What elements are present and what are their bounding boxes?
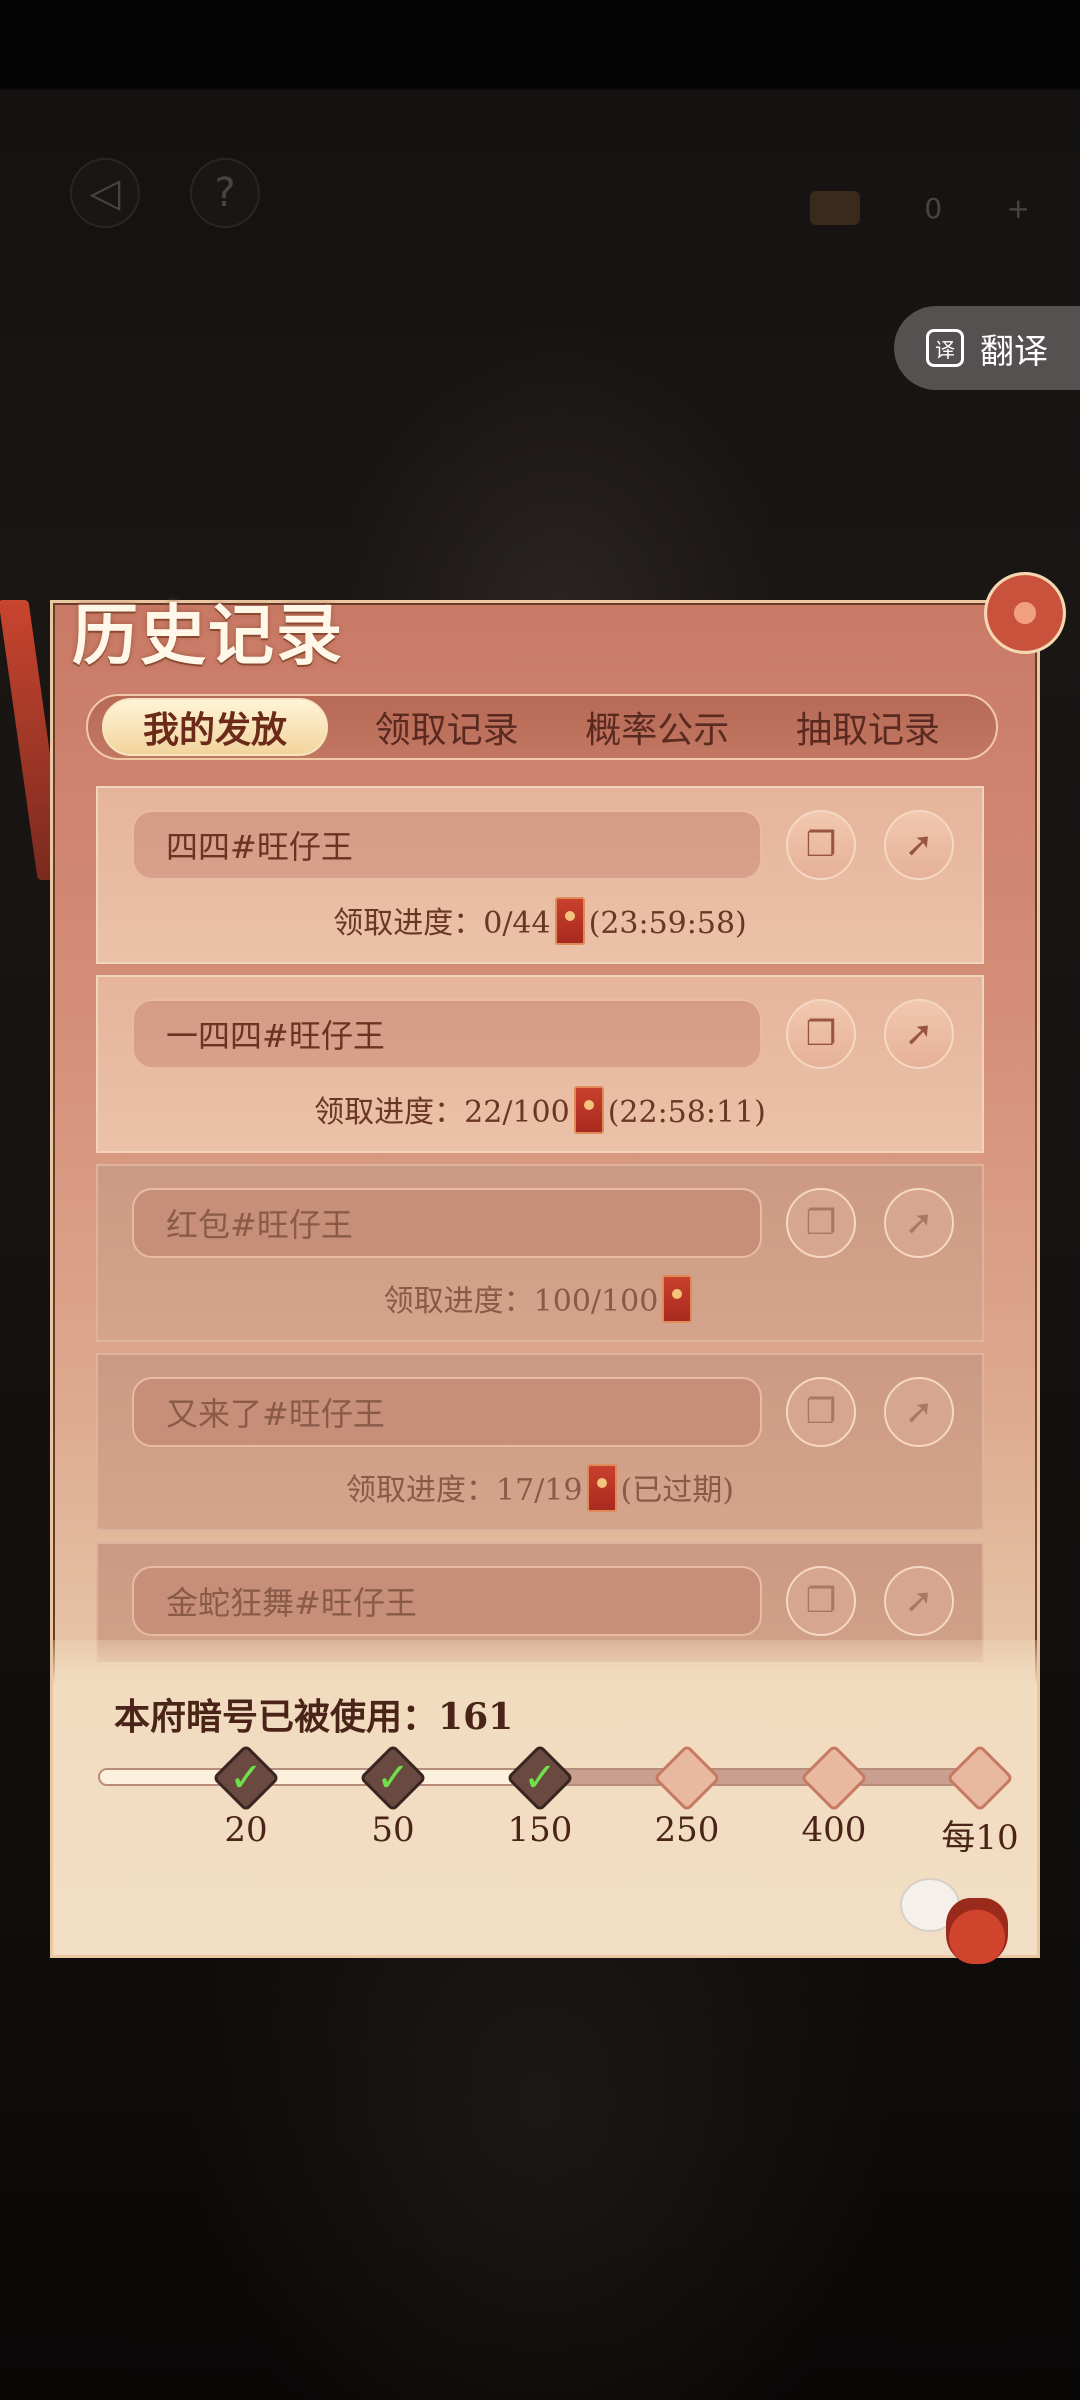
red-packet-icon [586,1464,617,1512]
copy-button[interactable]: ❐ [786,1566,856,1636]
check-icon: ✓ [229,1755,263,1801]
currency-display: 0 + [800,180,1050,236]
copy-button[interactable]: ❐ [786,810,856,880]
red-packet-icon [554,897,585,945]
share-button[interactable]: ➚ [884,999,954,1069]
back-arrow-icon: ◁ [89,170,121,216]
records-list[interactable]: 四四#旺仔王 ❐ ➚ 领取进度：0/44 (23:59:58) 一四四#旺仔王 ❐… [96,786,984,1662]
record-progress: 领取进度：17/19 (已过期) [98,1464,982,1516]
tab-my-issued[interactable]: 我的发放 [102,698,328,756]
tab-probability[interactable]: 概率公示 [565,698,749,756]
milestone-label: 250 [654,1810,720,1850]
red-packet-icon [662,1275,693,1323]
milestone-label: 50 [371,1810,415,1850]
milestone-label: 400 [801,1810,867,1850]
record-name: 金蛇狂舞#旺仔王 [132,1566,762,1636]
currency-value: 0 [924,191,943,225]
copy-icon: ❐ [805,1392,837,1432]
check-icon: ✓ [523,1755,557,1801]
copy-button[interactable]: ❐ [786,1188,856,1258]
panel-title: 历史记录 [72,596,344,674]
progress-value: 0/44 [483,906,551,941]
progress-extra: (22:58:11) [607,1095,766,1130]
record-progress: 领取进度：22/100 (22:58:11) [98,1086,982,1138]
record-item: 一四四#旺仔王 ❐ ➚ 领取进度：22/100 (22:58:11) [96,975,984,1153]
milestone-label: 20 [224,1810,268,1850]
reward-progress-fill [100,1770,522,1784]
tab-draw-records[interactable]: 抽取记录 [776,698,960,756]
close-ornament-button[interactable] [984,572,1066,654]
tab-receive-records[interactable]: 领取记录 [355,698,539,756]
share-button[interactable]: ➚ [884,810,954,880]
progress-label: 领取进度： [333,906,484,941]
progress-label: 领取进度： [314,1095,465,1130]
usage-label: 本府暗号已被使用： [114,1696,439,1738]
share-button[interactable]: ➚ [884,1188,954,1258]
record-name: 四四#旺仔王 [132,810,762,880]
copy-icon: ❐ [805,1014,837,1054]
share-icon: ➚ [904,1203,934,1243]
record-name: 红包#旺仔王 [132,1188,762,1258]
record-progress: 领取进度：100/100 [98,1275,982,1327]
progress-label: 领取进度： [383,1284,534,1319]
record-progress: 领取进度：0/44 (23:59:58) [98,897,982,949]
copy-button[interactable]: ❐ [786,999,856,1069]
chest-icon [810,191,860,225]
usage-value: 161 [438,1696,514,1738]
share-button[interactable]: ➚ [884,1377,954,1447]
red-packet-icon [573,1086,604,1134]
lucky-bag-icon [946,1898,1008,1964]
share-button[interactable]: ➚ [884,1566,954,1636]
record-name: 一四四#旺仔王 [132,999,762,1069]
back-button[interactable]: ◁ [70,158,140,228]
copy-icon: ❐ [805,825,837,865]
milestone-label: 每10 [941,1818,1019,1858]
translate-label: 翻译 [980,331,1048,372]
progress-value: 22/100 [464,1095,570,1130]
question-icon: ? [214,170,236,216]
translate-button[interactable]: 译 翻译 [894,306,1080,390]
add-currency-button[interactable]: + [1007,192,1030,225]
copy-button[interactable]: ❐ [786,1377,856,1447]
progress-value: 17/19 [496,1473,583,1508]
progress-label: 领取进度： [346,1473,497,1508]
copy-icon: ❐ [805,1203,837,1243]
tab-bar: 我的发放 领取记录 概率公示 抽取记录 [86,694,998,760]
check-icon: ✓ [376,1755,410,1801]
progress-extra: (23:59:58) [588,906,747,941]
record-item: 四四#旺仔王 ❐ ➚ 领取进度：0/44 (23:59:58) [96,786,984,964]
share-icon: ➚ [904,1581,934,1621]
share-icon: ➚ [904,1014,934,1054]
help-button[interactable]: ? [190,158,260,228]
record-item: 红包#旺仔王 ❐ ➚ 领取进度：100/100 [96,1164,984,1342]
mascot-character [890,1878,1010,1968]
usage-count: 本府暗号已被使用：161 [114,1688,513,1740]
share-icon: ➚ [904,1392,934,1432]
progress-extra: (已过期) [620,1473,734,1508]
translate-icon: 译 [926,329,964,367]
share-icon: ➚ [904,825,934,865]
record-item: 又来了#旺仔王 ❐ ➚ 领取进度：17/19 (已过期) [96,1353,984,1531]
milestone-label: 150 [507,1810,573,1850]
progress-value: 100/100 [533,1284,659,1319]
copy-icon: ❐ [805,1581,837,1621]
record-name: 又来了#旺仔王 [132,1377,762,1447]
